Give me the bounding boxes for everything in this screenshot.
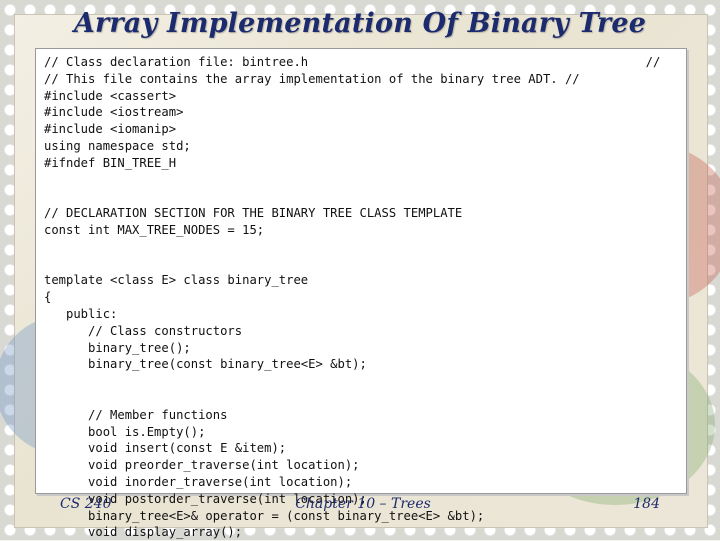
code-line: #include <iomanip> <box>44 122 177 137</box>
code-listing: // Class declaration file: bintree.h // /… <box>44 54 660 541</box>
code-line: binary_tree(); <box>44 340 191 355</box>
code-line: // Class constructors <box>44 323 243 338</box>
slide-title: Array Implementation Of Binary Tree <box>73 8 647 39</box>
code-listing-box: // Class declaration file: bintree.h // /… <box>35 48 687 539</box>
code-line: const int MAX_TREE_NODES = 15; <box>44 222 265 237</box>
code-line: public: <box>44 306 118 321</box>
code-line: void preorder_traverse(int location); <box>44 458 360 473</box>
code-line: #include <iostream> <box>44 105 184 120</box>
code-line: // This file contains the array implemen… <box>44 71 580 86</box>
code-line: using namespace std; <box>44 138 191 153</box>
code-line: { <box>44 290 52 305</box>
footer-chapter: Chapter 10 – Trees <box>295 496 431 512</box>
code-line: template <class E> class binary_tree <box>44 273 309 288</box>
code-line: binary_tree(const binary_tree<E> &bt); <box>44 357 367 372</box>
code-line: // Class declaration file: bintree.h // <box>44 55 661 69</box>
code-line: void display_array(); <box>44 525 243 540</box>
code-line: #ifndef BIN_TREE_H <box>44 155 177 170</box>
code-line: // Member functions <box>44 407 228 422</box>
code-line: void insert(const E &item); <box>44 441 287 456</box>
code-line: #include <cassert> <box>44 88 177 103</box>
code-line: void inorder_traverse(int location); <box>44 474 353 489</box>
code-line: // DECLARATION SECTION FOR THE BINARY TR… <box>44 206 463 221</box>
code-line: bool is.Empty(); <box>44 424 206 439</box>
footer-page-number: 184 <box>633 496 660 512</box>
